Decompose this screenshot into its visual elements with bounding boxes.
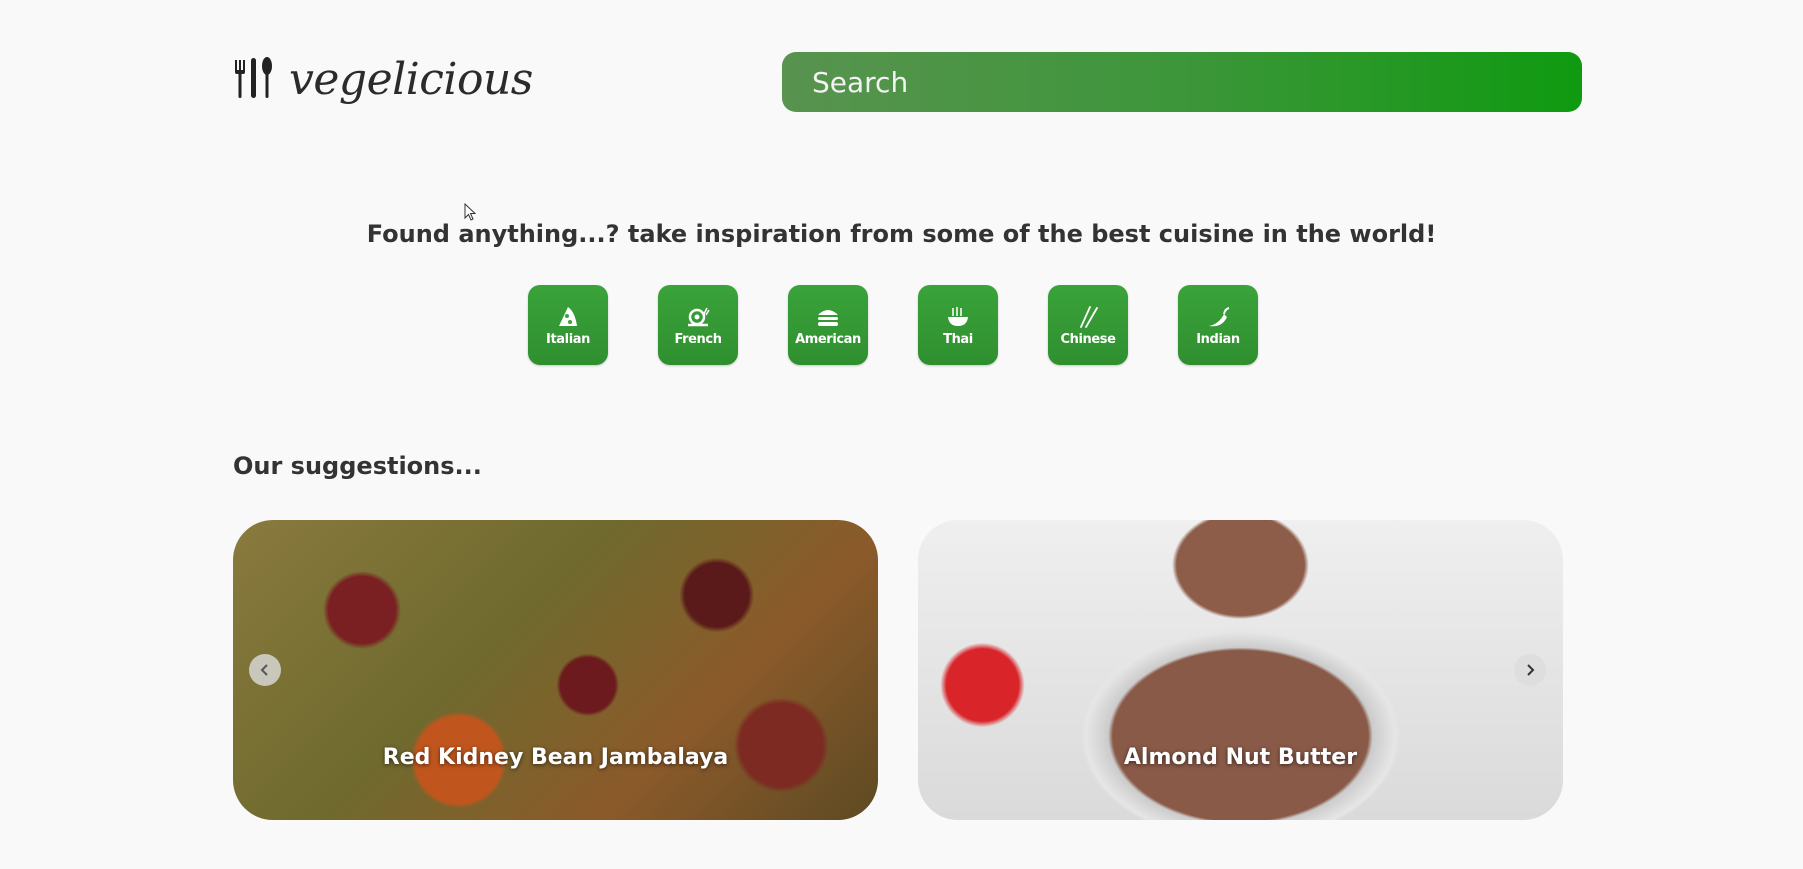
cuisine-label: French <box>674 331 722 347</box>
recipe-card-title: Almond Nut Butter <box>1123 745 1358 770</box>
cuisine-label: American <box>795 331 861 347</box>
cuisine-button-indian[interactable]: Indian <box>1178 285 1258 365</box>
snail-icon <box>688 307 710 326</box>
cuisine-button-italian[interactable]: Italian <box>528 285 608 365</box>
mouse-cursor-icon <box>464 203 476 221</box>
cuisine-label: Indian <box>1196 331 1240 347</box>
search-input[interactable] <box>812 65 1582 99</box>
suggestions-heading: Our suggestions... <box>233 452 482 480</box>
chopsticks-icon <box>1080 305 1098 328</box>
search-bar[interactable] <box>782 52 1582 112</box>
logo[interactable]: vegelicious <box>233 52 533 106</box>
recipe-card[interactable]: Red Kidney Bean Jambalaya <box>233 520 878 820</box>
burger-icon <box>818 309 838 326</box>
cuisine-label: Italian <box>546 331 590 347</box>
pizza-icon <box>559 306 577 326</box>
noodle-bowl-icon <box>948 306 968 326</box>
carousel-next-button[interactable] <box>1514 654 1546 686</box>
chili-icon <box>1209 306 1230 326</box>
cuisine-button-chinese[interactable]: Chinese <box>1048 285 1128 365</box>
cuisine-label: Thai <box>943 331 973 347</box>
cuisine-label: Chinese <box>1060 331 1116 347</box>
cuisine-button-french[interactable]: French <box>658 285 738 365</box>
recipe-card-title: Red Kidney Bean Jambalaya <box>382 745 729 770</box>
chevron-left-icon <box>260 664 268 676</box>
logo-text: vegelicious <box>289 53 533 105</box>
tagline: Found anything...? take inspiration from… <box>366 220 1437 248</box>
carousel-prev-button[interactable] <box>249 654 281 686</box>
cutlery-icon <box>235 57 272 98</box>
cuisine-button-thai[interactable]: Thai <box>918 285 998 365</box>
cuisine-list: Italian French American Thai Chinese Ind… <box>528 285 1258 365</box>
cuisine-button-american[interactable]: American <box>788 285 868 365</box>
chevron-right-icon <box>1527 664 1535 676</box>
recipe-card[interactable]: Almond Nut Butter <box>918 520 1563 820</box>
